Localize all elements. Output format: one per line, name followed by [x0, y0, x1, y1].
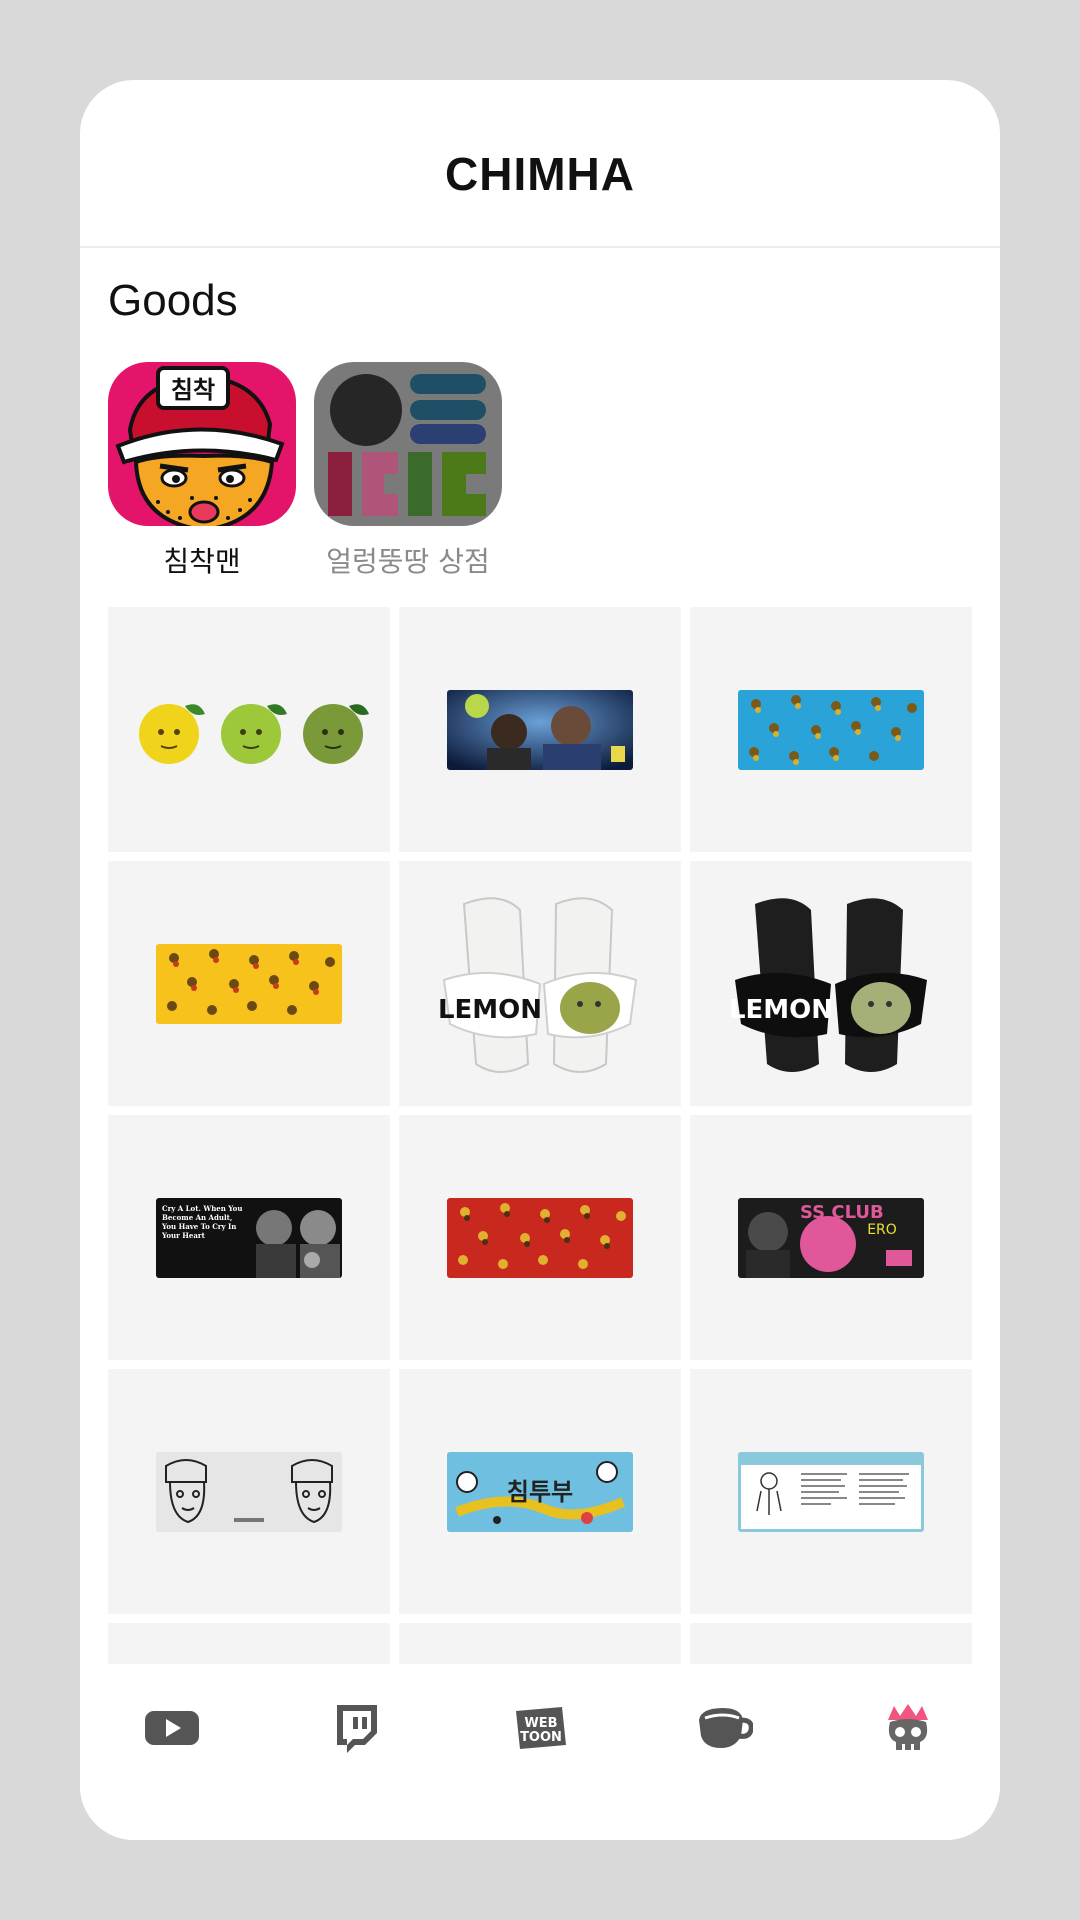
tab-twitch[interactable] [316, 1696, 396, 1760]
svg-text:침착: 침착 [171, 376, 215, 404]
shop-list: 침착 침착맨 얼렁뚱땅 상점 [108, 362, 502, 580]
skull-crown-icon [888, 1704, 928, 1750]
svg-text:LEMON: LEMON [731, 995, 833, 1025]
product-print-text: SS CLUB [800, 1201, 884, 1223]
app-screen: CHIMHA Goods 침착 침착맨 얼렁뚱땅 상점 LEMON LEMON … [80, 80, 1000, 1840]
app-header: CHIMHA [80, 80, 1000, 248]
svg-text:LEMON: LEMON [440, 995, 542, 1025]
shop-logo-eoleongttungttang [314, 362, 502, 526]
shop-logo-chimchakman: 침착 [108, 362, 296, 526]
product-image-sketch-mousepad [156, 1451, 342, 1532]
shop-item-chimchakman[interactable]: 침착 침착맨 [108, 362, 296, 580]
product-card[interactable] [108, 861, 390, 1106]
section-title: Goods [108, 276, 238, 325]
webtoon-icon: WEB TOON [516, 1707, 566, 1749]
product-image-lemon-faces [139, 703, 369, 764]
product-image-black-lemon-slides: LEMON [731, 897, 927, 1072]
twitch-icon [337, 1705, 377, 1753]
product-card[interactable]: 침투부 [399, 1369, 681, 1614]
product-card[interactable]: LEMON [690, 861, 972, 1106]
product-image-chimtubu-mousepad: 침투부 [447, 1451, 633, 1532]
product-image-ss-club-mousepad: ERO SS CLUB [738, 1197, 924, 1278]
product-print-text: Cry A Lot. When You Become An Adult, You… [162, 1203, 243, 1240]
svg-text:ERO: ERO [867, 1222, 897, 1238]
svg-text:TOON: TOON [520, 1730, 562, 1745]
product-image-yellow-pattern-mousepad [156, 943, 342, 1024]
shop-label-eoleongttungttang: 얼렁뚱땅 상점 [326, 545, 490, 578]
tab-youtube[interactable] [132, 1696, 212, 1760]
product-image-red-pattern-mousepad [447, 1197, 633, 1278]
tab-webtoon[interactable]: WEB TOON [500, 1696, 580, 1760]
product-card[interactable]: Cry A Lot. When You Become An Adult, You… [108, 1115, 390, 1360]
shop-item-eoleongttungttang[interactable]: 얼렁뚱땅 상점 [314, 362, 502, 580]
shop-label-chimchakman: 침착맨 [163, 545, 241, 578]
product-card[interactable] [108, 1369, 390, 1614]
product-image-cry-a-lot-mousepad: Cry A Lot. When You Become An Adult, You… [156, 1197, 342, 1278]
product-grid: LEMON LEMON Cry A Lot. When You Become A… [108, 607, 972, 1840]
product-image-blue-pattern-mousepad [738, 689, 924, 770]
product-image-space-duo-mousepad [447, 689, 633, 770]
product-card[interactable] [108, 607, 390, 852]
product-image-info-mousepad [738, 1451, 924, 1532]
coffee-cup-icon [699, 1708, 753, 1748]
product-card[interactable] [399, 607, 681, 852]
tab-goods[interactable] [868, 1696, 948, 1760]
page-title: CHIMHA [445, 148, 635, 200]
tab-cafe[interactable] [684, 1696, 764, 1760]
product-card[interactable]: ERO SS CLUB [690, 1115, 972, 1360]
product-card[interactable] [399, 1115, 681, 1360]
product-card[interactable] [690, 607, 972, 852]
product-card[interactable] [690, 1369, 972, 1614]
product-card[interactable]: LEMON [399, 861, 681, 1106]
product-print-text: 침투부 [506, 1477, 574, 1506]
svg-text:WEB: WEB [524, 1716, 557, 1731]
product-image-white-lemon-slides: LEMON [440, 896, 638, 1073]
bottom-tab-bar: WEB TOON [80, 1664, 1000, 1840]
youtube-icon [145, 1711, 199, 1745]
